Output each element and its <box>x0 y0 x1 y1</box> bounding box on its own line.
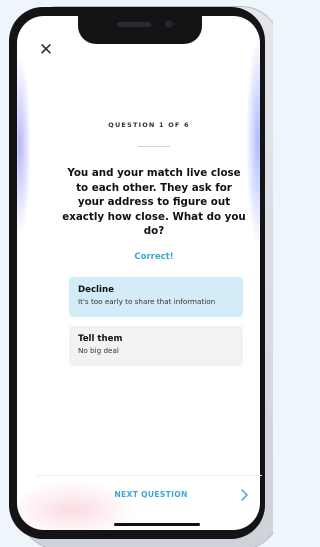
right-edge-glow <box>246 36 260 246</box>
answer-option-title: Tell them <box>78 334 123 344</box>
phone-screen <box>17 16 260 530</box>
answer-option-title: Decline <box>78 285 114 295</box>
left-edge-glow <box>17 56 31 236</box>
front-camera <box>165 20 173 28</box>
close-icon[interactable]: ✕ <box>38 42 54 59</box>
question-progress-label: QUESTION 1 OF 6 <box>108 121 190 129</box>
question-divider <box>138 146 170 147</box>
speaker-grille <box>117 22 151 27</box>
page: ✕ QUESTION 1 OF 6 You and your match liv… <box>0 0 273 547</box>
answer-option-subtitle: It's too early to share that information <box>78 297 216 306</box>
answer-feedback: Correct! <box>134 252 174 262</box>
footer-divider <box>36 475 262 476</box>
question-text: You and your match live close to each ot… <box>62 167 246 238</box>
chevron-right-icon[interactable] <box>238 487 250 501</box>
answer-option-decline[interactable]: Decline It's too early to share that inf… <box>69 277 243 317</box>
answer-option-tell-them[interactable]: Tell them No big deal <box>69 326 243 366</box>
home-indicator <box>114 523 200 526</box>
phone-notch <box>78 16 202 44</box>
answer-option-subtitle: No big deal <box>78 346 119 355</box>
next-question-button[interactable]: NEXT QUESTION <box>96 490 206 499</box>
